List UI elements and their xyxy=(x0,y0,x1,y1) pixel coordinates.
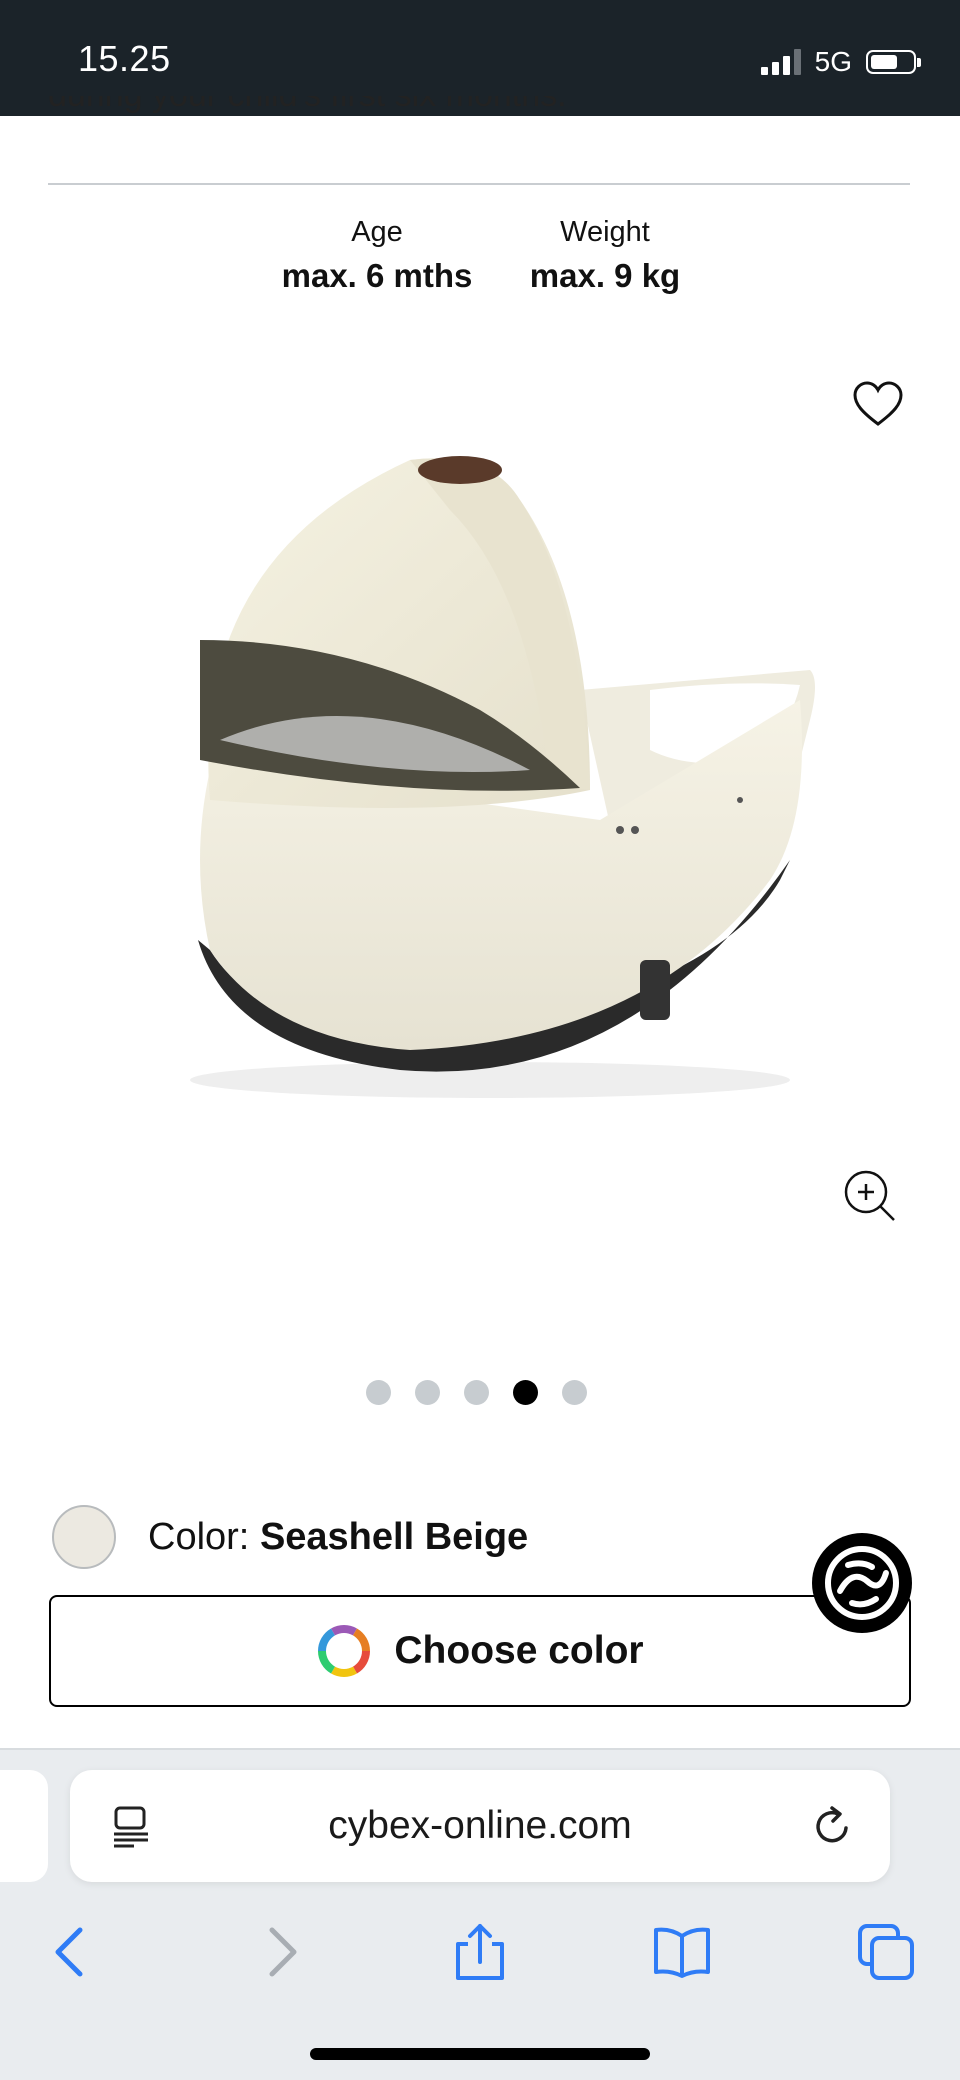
share-icon[interactable] xyxy=(450,1922,510,1982)
description-text: during your child's first six months. xyxy=(48,96,567,130)
carousel-dot-active[interactable] xyxy=(513,1380,538,1405)
spec-age: Age max. 6 mths xyxy=(270,216,484,295)
carrycot-illustration xyxy=(190,456,815,1098)
spec-age-value: max. 6 mths xyxy=(281,257,473,294)
product-image[interactable] xyxy=(150,440,830,1120)
tabs-icon[interactable] xyxy=(856,1922,916,1982)
spec-weight-label: Weight xyxy=(560,216,650,248)
spec-weight: Weight max. 9 kg xyxy=(520,216,690,295)
home-indicator xyxy=(310,2048,650,2060)
favorite-button[interactable] xyxy=(852,380,904,428)
choose-color-label: Choose color xyxy=(394,1629,644,1672)
zoom-button[interactable] xyxy=(842,1168,898,1224)
carousel-dot[interactable] xyxy=(562,1380,587,1405)
color-swatch[interactable] xyxy=(52,1505,116,1569)
status-time: 15.25 xyxy=(78,38,171,79)
carousel-dot[interactable] xyxy=(415,1380,440,1405)
signal-icon xyxy=(760,49,801,75)
spec-weight-value: max. 9 kg xyxy=(529,257,681,294)
bookmarks-icon[interactable] xyxy=(652,1922,712,1982)
url-text: cybex-online.com xyxy=(328,1804,632,1847)
browser-toolbar xyxy=(0,1900,960,2000)
heart-icon xyxy=(853,381,903,426)
reload-icon[interactable] xyxy=(808,1802,856,1850)
carousel-dot[interactable] xyxy=(464,1380,489,1405)
browser-chrome: cybex-online.com xyxy=(0,1748,960,2080)
chat-button[interactable] xyxy=(812,1533,912,1633)
chat-logo-icon xyxy=(825,1546,899,1620)
choose-color-button[interactable]: Choose color xyxy=(49,1595,911,1707)
divider xyxy=(48,183,910,185)
network-label: 5G xyxy=(814,46,852,77)
color-name: Seashell Beige xyxy=(259,1516,529,1558)
zoom-in-icon xyxy=(844,1170,895,1221)
spec-age-label: Age xyxy=(351,216,403,248)
previous-tab-preview[interactable] xyxy=(0,1770,48,1882)
forward-icon[interactable] xyxy=(250,1922,310,1982)
color-selection: Color: Seashell Beige xyxy=(148,1516,528,1559)
color-prefix: Color: xyxy=(148,1516,250,1558)
back-icon[interactable] xyxy=(42,1922,102,1982)
battery-icon xyxy=(866,50,921,74)
status-indicators: 5G xyxy=(760,44,921,80)
address-bar[interactable]: cybex-online.com xyxy=(70,1770,890,1882)
carousel-dots xyxy=(366,1380,587,1405)
carousel-dot[interactable] xyxy=(366,1380,391,1405)
color-wheel-icon xyxy=(318,1625,371,1677)
